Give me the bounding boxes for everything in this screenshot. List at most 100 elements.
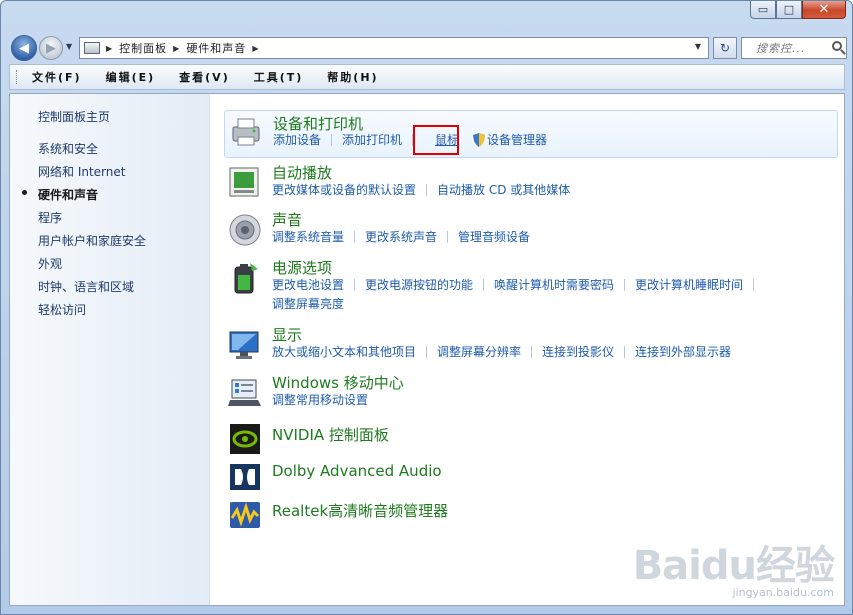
sidebar-item-system-security[interactable]: 系统和安全 [38,140,98,157]
back-button[interactable]: ◀ [11,35,37,61]
chevron-right-icon[interactable]: ▶ [106,44,113,53]
autoplay-cd-link[interactable]: 自动播放 CD 或其他媒体 [437,183,570,197]
menu-file[interactable]: 文件(F) [32,69,82,85]
sidebar-item-programs[interactable]: 程序 [38,209,62,226]
realtek-audio-icon [230,502,260,528]
link-separator [624,279,626,291]
dolby-title[interactable]: Dolby Advanced Audio [272,462,442,480]
link-separator [483,279,485,291]
menu-edit[interactable]: 编辑(E) [106,69,156,85]
sidebar-item-network[interactable]: 网络和 Internet [38,163,125,180]
category-autoplay: 自动播放 更改媒体或设备的默认设置 自动播放 CD 或其他媒体 [224,162,838,202]
search-placeholder: 搜索控... [756,42,806,55]
mobility-center-title[interactable]: Windows 移动中心 [272,372,404,393]
mobility-settings-link[interactable]: 调整常用移动设置 [272,393,368,407]
monitor-icon [229,331,259,359]
nvidia-title[interactable]: NVIDIA 控制面板 [272,424,389,445]
menu-help[interactable]: 帮助(H) [327,69,378,85]
device-manager-link[interactable]: 设备管理器 [487,133,547,147]
chevron-right-icon[interactable]: ▶ [173,44,180,53]
sidebar-home-link[interactable]: 控制面板主页 [38,108,110,125]
manage-audio-link[interactable]: 管理音频设备 [458,230,530,244]
main-panel: 设备和打印机 添加设备 添加打印机 鼠标 设备管理器 自动播放 更改媒体或设备的默认设… [210,94,844,605]
link-separator [447,231,449,243]
link-separator [354,231,356,243]
refresh-button[interactable]: ↻ [713,37,737,59]
sidebar: 控制面板主页 系统和安全 网络和 Internet 硬件和声音 程序 用户帐户和… [10,94,210,605]
sidebar-item-clock-language[interactable]: 时钟、语言和区域 [38,278,134,295]
power-title[interactable]: 电源选项 [272,257,332,278]
realtek-title[interactable]: Realtek高清晰音频管理器 [272,500,448,521]
link-separator [354,279,356,291]
sidebar-item-hardware-sound: 硬件和声音 [38,188,99,202]
text-size-link[interactable]: 放大或缩小文本和其他项目 [272,345,416,359]
shield-icon [473,133,486,147]
mouse-highlight-box [413,125,459,155]
control-panel-window: ▭ □ ✕ ◀ ▶ ▼ ▶ 控制面板 ▶ 硬件和声音 ▶ ▼ ↻ 搜索控... … [0,0,853,615]
autoplay-defaults-link[interactable]: 更改媒体或设备的默认设置 [272,183,416,197]
link-separator [426,346,428,358]
chevron-right-icon[interactable]: ▶ [252,44,259,53]
link-separator [426,184,428,196]
minimize-button[interactable]: ▭ [750,1,776,19]
forward-button[interactable]: ▶ [39,36,63,60]
add-device-link[interactable]: 添加设备 [273,133,321,147]
current-item-bullet [22,190,27,195]
baidu-watermark: Baidu经验 jingyan.baidu.com [632,543,835,599]
sidebar-item-appearance[interactable]: 外观 [38,255,62,272]
battery-icon [234,263,258,294]
sleep-time-link[interactable]: 更改计算机睡眠时间 [635,278,743,292]
printer-icon [232,118,260,146]
menu-grip [16,70,19,84]
autoplay-icon [229,167,259,197]
address-bar[interactable]: ▶ 控制面板 ▶ 硬件和声音 ▶ ▼ [79,37,709,59]
battery-settings-link[interactable]: 更改电池设置 [272,278,344,292]
external-display-link[interactable]: 连接到外部显示器 [635,345,731,359]
category-devices-printers: 设备和打印机 添加设备 添加打印机 鼠标 设备管理器 [224,110,838,158]
adjust-volume-link[interactable]: 调整系统音量 [272,230,344,244]
navigation-row: ◀ ▶ ▼ ▶ 控制面板 ▶ 硬件和声音 ▶ ▼ ↻ 搜索控... [9,35,849,61]
baidu-logo: Baidu经验 [632,543,835,589]
category-realtek: Realtek高清晰音频管理器 [224,498,838,532]
link-separator [624,346,626,358]
screen-brightness-link[interactable]: 调整屏幕亮度 [272,297,344,311]
nvidia-icon [230,424,260,454]
control-panel-icon [84,42,100,54]
link-separator [531,346,533,358]
autoplay-title[interactable]: 自动播放 [272,162,332,183]
sound-title[interactable]: 声音 [272,209,302,230]
caption-buttons: ▭ □ ✕ [750,1,846,19]
category-dolby: Dolby Advanced Audio [224,460,838,494]
screen-resolution-link[interactable]: 调整屏幕分辨率 [437,345,521,359]
breadcrumb-control-panel[interactable]: 控制面板 [119,40,167,56]
menu-view[interactable]: 查看(V) [179,69,230,85]
category-power: 电源选项 更改电池设置 更改电源按钮的功能 唤醒计算机时需要密码 更改计算机睡眠时间调… [224,257,838,317]
close-button[interactable]: ✕ [802,1,846,19]
category-mobility-center: Windows 移动中心 调整常用移动设置 [224,372,838,412]
search-icon[interactable] [832,41,842,51]
search-input[interactable]: 搜索控... [741,37,847,59]
category-sound: 声音 调整系统音量 更改系统声音 管理音频设备 [224,209,838,249]
menu-bar: 文件(F) 编辑(E) 查看(V) 工具(T) 帮助(H) [9,64,845,90]
recent-pages-dropdown-icon[interactable]: ▼ [66,42,72,51]
menu-tools[interactable]: 工具(T) [254,69,304,85]
speaker-icon [229,214,261,246]
address-dropdown-icon[interactable]: ▼ [695,42,702,51]
wake-password-link[interactable]: 唤醒计算机时需要密码 [494,278,614,292]
maximize-button[interactable]: □ [776,1,802,19]
link-separator [753,279,755,291]
sidebar-item-user-accounts[interactable]: 用户帐户和家庭安全 [38,232,146,249]
content-frame: 控制面板主页 系统和安全 网络和 Internet 硬件和声音 程序 用户帐户和… [9,93,845,606]
add-printer-link[interactable]: 添加打印机 [342,133,402,147]
link-separator [331,134,333,146]
breadcrumb-hardware-sound[interactable]: 硬件和声音 [186,40,246,56]
sidebar-item-ease-of-access[interactable]: 轻松访问 [38,301,86,318]
dolby-icon [230,464,260,490]
category-display: 显示 放大或缩小文本和其他项目 调整屏幕分辨率 连接到投影仪 连接到外部显示器 [224,324,838,364]
power-button-link[interactable]: 更改电源按钮的功能 [365,278,473,292]
change-sounds-link[interactable]: 更改系统声音 [365,230,437,244]
mobility-center-icon [228,379,261,406]
display-title[interactable]: 显示 [272,324,302,345]
category-nvidia: NVIDIA 控制面板 [224,422,838,456]
projector-link[interactable]: 连接到投影仪 [542,345,614,359]
